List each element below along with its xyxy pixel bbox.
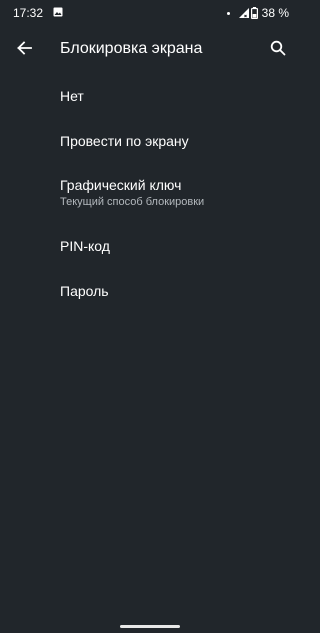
- battery-percent: 38 %: [261, 6, 289, 20]
- option-label: PIN-код: [60, 238, 110, 254]
- status-time: 17:32: [13, 6, 44, 20]
- option-label: Пароль: [60, 283, 109, 299]
- option-password[interactable]: Пароль: [0, 268, 300, 312]
- status-bar: 17:32 38 %: [0, 0, 300, 26]
- notification-dot-icon: [226, 11, 230, 15]
- option-pattern[interactable]: Графический ключ Текущий способ блокиров…: [0, 166, 300, 218]
- app-bar: Блокировка экрана: [0, 26, 300, 70]
- back-button[interactable]: [12, 36, 36, 60]
- status-indicators: 38 %: [226, 5, 289, 21]
- page-title: Блокировка экрана: [60, 40, 203, 57]
- arrow-left-icon: [17, 41, 32, 55]
- option-pin[interactable]: PIN-код: [0, 222, 300, 266]
- image-icon: [53, 7, 63, 17]
- navigation-handle[interactable]: [120, 625, 180, 628]
- option-label: Графический ключ: [60, 177, 182, 193]
- option-none[interactable]: Нет: [0, 74, 300, 118]
- option-label: Провести по экрану: [60, 133, 189, 149]
- battery-icon: [250, 7, 258, 19]
- option-swipe[interactable]: Провести по экрану: [0, 120, 300, 164]
- search-icon: [270, 40, 286, 56]
- signal-icon: [238, 8, 249, 18]
- search-button[interactable]: [266, 36, 290, 60]
- option-label: Нет: [60, 88, 84, 104]
- option-summary: Текущий способ блокировки: [60, 196, 205, 208]
